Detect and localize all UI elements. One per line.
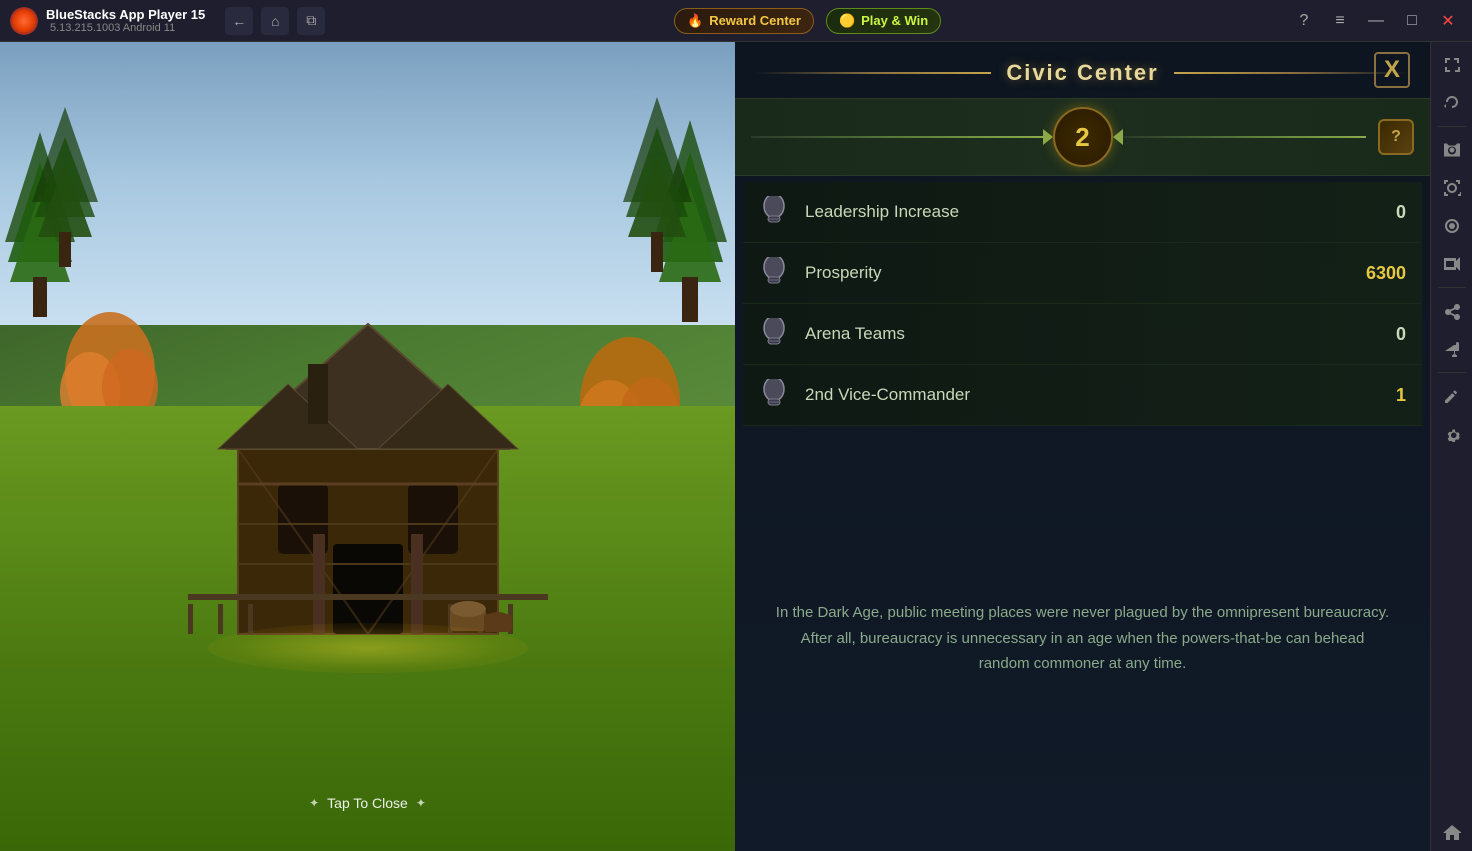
close-button[interactable]: ✕	[1434, 7, 1462, 35]
reward-icon: 🔥	[687, 13, 703, 29]
building-container	[158, 264, 578, 649]
sidebar-video-btn[interactable]	[1434, 246, 1470, 282]
app-version: 5.13.215.1003 Android 11	[50, 22, 205, 34]
reward-center-label: Reward Center	[709, 13, 801, 28]
titlebar-center: 🔥 Reward Center 🟡 Play & Win	[325, 8, 1290, 34]
vicecommander-icon	[759, 379, 791, 411]
level-arrows-right: ?	[1113, 119, 1415, 155]
stats-container: Leadership Increase 0 Prosperity 6300	[735, 182, 1430, 426]
description-box: In the Dark Age, public meeting places w…	[735, 426, 1430, 851]
panel-title: Civic Center	[1006, 60, 1158, 86]
window-controls: ? ≡ — □ ✕	[1290, 7, 1462, 35]
panel-header: Civic Center X	[735, 42, 1430, 98]
close-panel-button[interactable]: X	[1374, 52, 1410, 88]
main-area: ✦ Tap To Close ✦ Civic Center X 2	[0, 42, 1472, 851]
vicecommander-label: 2nd Vice-Commander	[805, 385, 1356, 405]
sidebar-rotate-btn[interactable]	[1434, 85, 1470, 121]
tap-to-close[interactable]: ✦ Tap To Close ✦	[309, 795, 426, 811]
help-button[interactable]: ?	[1290, 7, 1318, 35]
titlebar: BlueStacks App Player 15 5.13.215.1003 A…	[0, 0, 1472, 42]
tap-arrow-right: ✦	[416, 796, 426, 810]
maximize-button[interactable]: □	[1398, 7, 1426, 35]
leadership-value: 0	[1356, 202, 1406, 223]
panel-area: Civic Center X 2 ?	[735, 42, 1430, 851]
prosperity-icon	[759, 257, 791, 289]
stat-row-leadership: Leadership Increase 0	[743, 182, 1422, 243]
sidebar-expand-btn[interactable]	[1434, 47, 1470, 83]
sidebar-divider-3	[1438, 372, 1466, 373]
bg-tree-right-2	[620, 92, 695, 282]
sidebar-divider-2	[1438, 287, 1466, 288]
vicecommander-value: 1	[1356, 385, 1406, 406]
nav-buttons: ← ⌂ ⧉	[225, 7, 325, 35]
description-text: In the Dark Age, public meeting places w…	[775, 600, 1390, 677]
sidebar-edit-btn[interactable]	[1434, 378, 1470, 414]
bs-sidebar	[1430, 42, 1472, 851]
arrow-head-right	[1043, 129, 1053, 145]
tap-arrow-left: ✦	[309, 796, 319, 810]
home-nav-button[interactable]: ⌂	[261, 7, 289, 35]
question-button[interactable]: ?	[1378, 119, 1414, 155]
prosperity-value: 6300	[1356, 263, 1406, 284]
playnwin-icon: 🟡	[839, 13, 855, 29]
arrow-line-left	[751, 136, 1043, 138]
play-win-button[interactable]: 🟡 Play & Win	[826, 8, 941, 34]
game-view[interactable]: ✦ Tap To Close ✦	[0, 42, 735, 851]
sidebar-settings-btn[interactable]	[1434, 416, 1470, 452]
title-deco-left	[755, 72, 991, 74]
play-win-label: Play & Win	[861, 13, 928, 28]
arena-value: 0	[1356, 324, 1406, 345]
prosperity-label: Prosperity	[805, 263, 1356, 283]
sidebar-fly-btn[interactable]	[1434, 331, 1470, 367]
stat-row-prosperity: Prosperity 6300	[743, 243, 1422, 304]
sidebar-share-btn[interactable]	[1434, 293, 1470, 329]
reward-center-button[interactable]: 🔥 Reward Center	[674, 8, 814, 34]
sidebar-record-btn[interactable]	[1434, 208, 1470, 244]
building-svg	[158, 264, 578, 644]
arena-icon	[759, 318, 791, 350]
sidebar-camera-btn[interactable]	[1434, 132, 1470, 168]
scene-container: ✦ Tap To Close ✦	[0, 42, 735, 851]
level-badge: 2	[1053, 107, 1113, 167]
minimize-button[interactable]: —	[1362, 7, 1390, 35]
leadership-icon	[759, 196, 791, 228]
bluestacks-logo	[10, 7, 38, 35]
sidebar-screenshot-btn[interactable]	[1434, 170, 1470, 206]
menu-button[interactable]: ≡	[1326, 7, 1354, 35]
back-button[interactable]: ←	[225, 7, 253, 35]
stat-row-arena: Arena Teams 0	[743, 304, 1422, 365]
app-name: BlueStacks App Player 15	[46, 7, 205, 22]
arrow-line-right	[1123, 136, 1367, 138]
stat-row-vicecommander: 2nd Vice-Commander 1	[743, 365, 1422, 426]
windows-button[interactable]: ⧉	[297, 7, 325, 35]
sidebar-home-btn[interactable]	[1434, 815, 1470, 851]
level-row: 2 ?	[735, 98, 1430, 176]
glow-ring	[208, 623, 528, 673]
leadership-label: Leadership Increase	[805, 202, 1356, 222]
tap-to-close-label: Tap To Close	[327, 795, 408, 811]
sidebar-divider-1	[1438, 126, 1466, 127]
arrow-head-left	[1113, 129, 1123, 145]
civic-panel: Civic Center X 2 ?	[735, 42, 1430, 851]
arena-label: Arena Teams	[805, 324, 1356, 344]
level-arrows-left	[751, 129, 1053, 145]
